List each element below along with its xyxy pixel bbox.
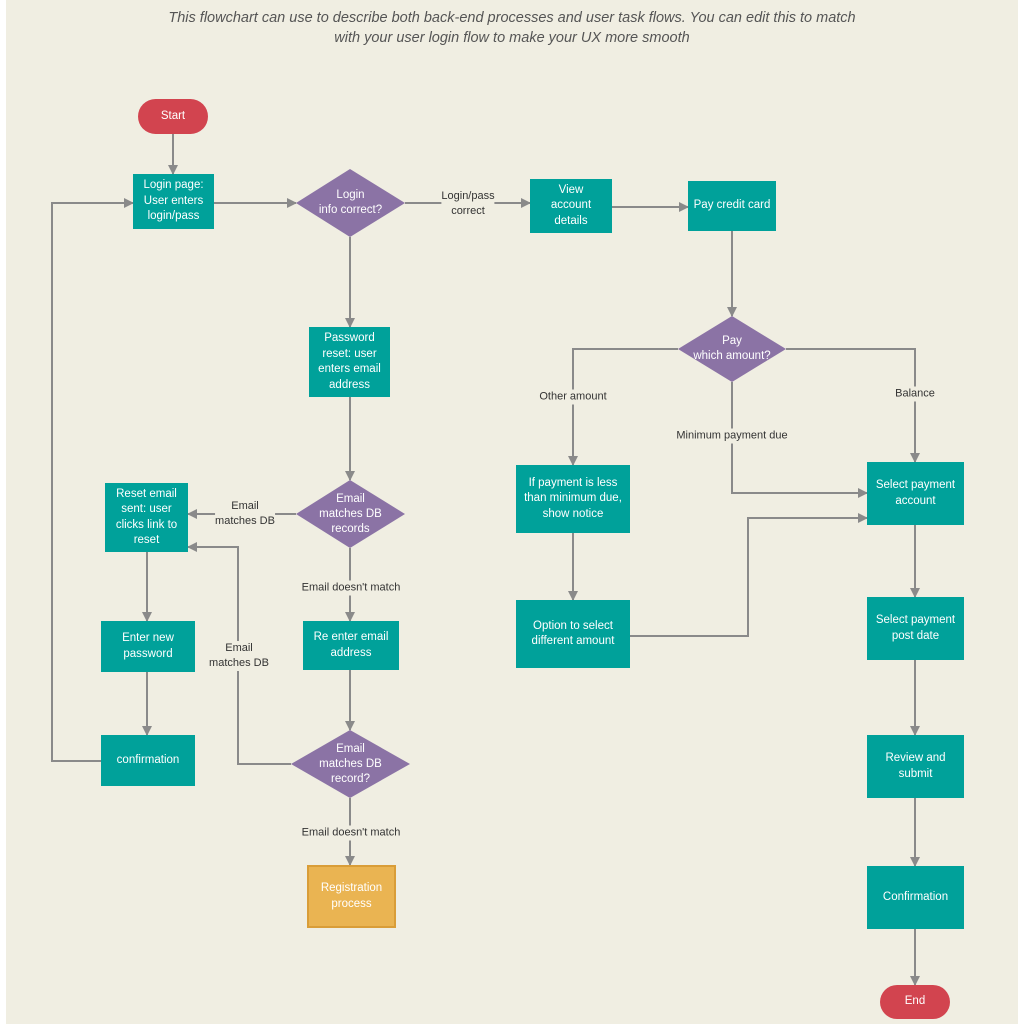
pay-which-label: Pay which amount? bbox=[693, 335, 771, 362]
email-matches-1-label: Email matches DB records bbox=[319, 492, 382, 535]
login-page-box: Login page: User enters login/pass bbox=[133, 174, 214, 229]
edge bbox=[568, 348, 678, 466]
edge-label-email-matches-2: Email matches DB bbox=[209, 641, 269, 671]
view-account-box: View account details bbox=[530, 179, 612, 233]
edge bbox=[786, 348, 920, 463]
edge-label-email-matches-1: Email matches DB bbox=[215, 499, 275, 529]
edge-label-email-no-match-2: Email doesn't match bbox=[301, 825, 401, 841]
edge bbox=[630, 513, 868, 637]
edge-label-balance: Balance bbox=[895, 386, 935, 402]
edge bbox=[51, 198, 134, 762]
option-select-box: Option to select different amount bbox=[516, 600, 630, 668]
edge-label-login-correct: Login/pass correct bbox=[441, 189, 495, 219]
reset-email-sent-box: Reset email sent: user clicks link to re… bbox=[105, 483, 188, 552]
select-account-box: Select payment account bbox=[867, 462, 964, 525]
login-correct-label: Login info correct? bbox=[318, 189, 383, 216]
select-post-date-box: Select payment post date bbox=[867, 597, 964, 660]
confirmation-left-box: confirmation bbox=[101, 735, 195, 786]
payment-less-box: If payment is less than minimum due, sho… bbox=[516, 465, 630, 533]
pay-credit-card-box: Pay credit card bbox=[688, 181, 776, 231]
re-enter-email-box: Re enter email address bbox=[303, 621, 399, 670]
confirmation-right-box: Confirmation bbox=[867, 866, 964, 929]
password-reset-box: Password reset: user enters email addres… bbox=[309, 327, 390, 397]
registration-subprocess: Registration process bbox=[307, 865, 396, 928]
end-terminal: End bbox=[880, 985, 950, 1019]
review-submit-box: Review and submit bbox=[867, 735, 964, 798]
email-matches-2-label: Email matches DB record? bbox=[319, 742, 382, 785]
start-terminal: Start bbox=[138, 99, 208, 134]
edge-label-other-amount: Other amount bbox=[539, 389, 607, 405]
edge-label-email-no-match-1: Email doesn't match bbox=[301, 580, 401, 596]
enter-new-password-box: Enter new password bbox=[101, 621, 195, 672]
edge-label-minimum-due: Minimum payment due bbox=[676, 428, 788, 444]
